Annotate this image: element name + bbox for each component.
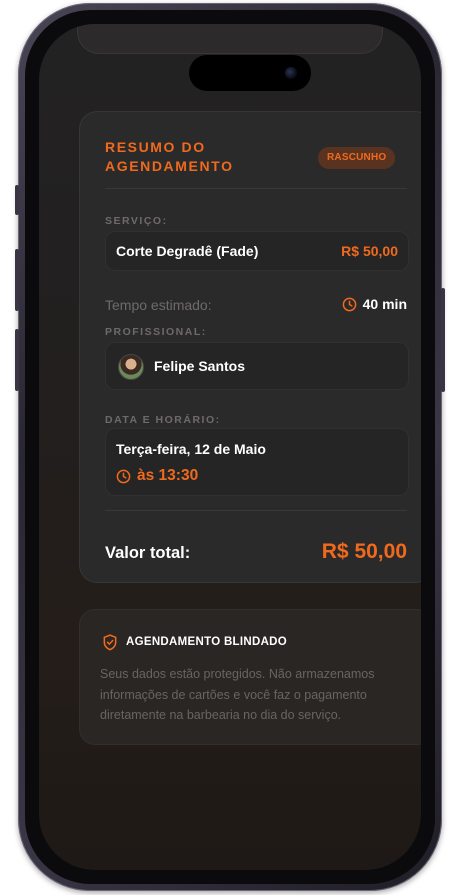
phone-frame: RESUMO DO AGENDAMENTO RASCUNHO SERVIÇO: …	[15, 3, 445, 891]
security-card: AGENDAMENTO BLINDADO Seus dados estão pr…	[79, 609, 421, 745]
estimated-time-label: Tempo estimado:	[105, 297, 212, 313]
divider	[105, 510, 407, 511]
professional-name: Felipe Santos	[154, 358, 246, 374]
clock-icon	[342, 297, 356, 311]
screen: RESUMO DO AGENDAMENTO RASCUNHO SERVIÇO: …	[39, 24, 421, 870]
datetime-label: DATA E HORÁRIO:	[105, 414, 221, 426]
appointment-date: Terça-feira, 12 de Maio	[116, 441, 266, 457]
summary-title: RESUMO DO AGENDAMENTO	[105, 139, 234, 174]
bezel: RESUMO DO AGENDAMENTO RASCUNHO SERVIÇO: …	[25, 10, 435, 884]
status-badge: RASCUNHO	[318, 147, 396, 169]
datetime-box[interactable]: Terça-feira, 12 de Maio às 13:30	[105, 428, 409, 496]
shield-icon	[103, 634, 117, 651]
volume-up-button	[15, 249, 19, 311]
top-header-sheet	[77, 24, 383, 54]
service-box[interactable]: Corte Degradê (Fade) R$ 50,00	[105, 231, 409, 271]
appointment-time: às 13:30	[116, 467, 198, 485]
action-button	[15, 185, 19, 215]
professional-box[interactable]: Felipe Santos	[105, 342, 409, 390]
avatar	[118, 354, 144, 380]
service-name: Corte Degradê (Fade)	[116, 243, 259, 259]
estimated-time: 40 min	[342, 296, 407, 312]
security-description: Seus dados estão protegidos. Não armazen…	[100, 667, 375, 722]
dynamic-island	[189, 55, 311, 91]
total-value: R$ 50,00	[321, 540, 407, 563]
volume-down-button	[15, 329, 19, 391]
divider	[105, 188, 407, 189]
professional-label: PROFISSIONAL:	[105, 326, 207, 338]
appointment-time-value: às 13:30	[137, 467, 199, 484]
total-label: Valor total:	[105, 544, 191, 562]
estimated-time-value: 40 min	[362, 296, 407, 312]
camera-icon	[285, 67, 297, 79]
power-button	[441, 288, 445, 392]
service-price: R$ 50,00	[341, 243, 398, 259]
clock-icon	[116, 469, 131, 483]
service-label: SERVIÇO:	[105, 215, 168, 227]
security-title: AGENDAMENTO BLINDADO	[126, 636, 288, 648]
booking-summary-card: RESUMO DO AGENDAMENTO RASCUNHO SERVIÇO: …	[79, 111, 421, 583]
